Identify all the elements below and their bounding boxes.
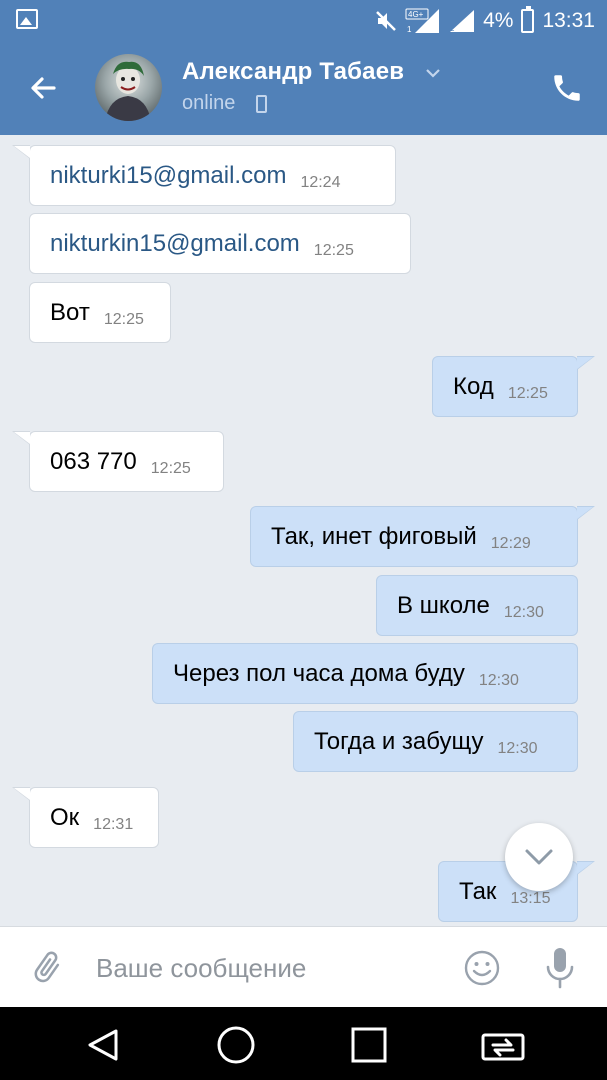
message-text: Ок: [50, 803, 80, 831]
smiley-icon[interactable]: [463, 949, 501, 987]
message-time: 12:25: [507, 384, 548, 402]
system-navigation-bar: [0, 1007, 607, 1080]
nav-back-icon[interactable]: [84, 1026, 122, 1064]
message-time: 12:31: [93, 815, 134, 833]
message-time: 13:15: [510, 889, 551, 907]
paperclip-icon[interactable]: [28, 949, 66, 987]
contact-status: online: [182, 92, 236, 114]
phone-icon[interactable]: [550, 71, 584, 105]
message-bubble-outgoing[interactable]: Тогда и забущу 12:30: [293, 711, 578, 772]
message-time: 12:25: [103, 310, 144, 328]
message-text: Тогда и забущу: [314, 727, 484, 755]
svg-text:2: 2: [450, 24, 455, 33]
message-composer: [0, 926, 607, 1007]
image-notification-icon: [16, 9, 38, 29]
battery-percent: 4%: [483, 9, 514, 32]
contact-name[interactable]: Александр Табаев: [182, 58, 404, 86]
avatar[interactable]: [95, 54, 162, 121]
battery-icon: [521, 6, 535, 33]
message-bubble-incoming[interactable]: Вот 12:25: [29, 282, 171, 343]
message-bubble-incoming[interactable]: Ок 12:31: [12, 787, 159, 848]
message-text: В школе: [397, 591, 490, 619]
message-time: 12:30: [497, 739, 538, 757]
message-bubble-incoming[interactable]: 063 770 12:25: [12, 431, 224, 492]
nav-recents-icon[interactable]: [350, 1026, 388, 1064]
arrow-left-icon[interactable]: [22, 67, 64, 109]
message-time: 12:25: [313, 241, 354, 259]
message-time: 12:24: [300, 173, 341, 191]
chat-header: Александр Табаев online: [0, 41, 607, 135]
scroll-to-bottom-button[interactable]: [505, 823, 573, 891]
message-text[interactable]: nikturki15@gmail.com: [50, 162, 286, 190]
chevron-down-icon: [525, 849, 553, 865]
mobile-device-icon: [256, 95, 267, 113]
message-text: Через пол часа дома буду: [173, 659, 465, 687]
message-bubble-outgoing[interactable]: Код 12:25: [432, 356, 595, 417]
message-input[interactable]: [96, 945, 436, 991]
status-bar: 4G+ 1 2 4% 13:31: [0, 0, 607, 41]
message-time: 12:25: [150, 459, 191, 477]
svg-text:1: 1: [407, 25, 412, 34]
message-text: Код: [453, 372, 494, 400]
signal-strength-icon: 2: [450, 10, 475, 33]
network-type-label: 4G+: [408, 10, 424, 19]
status-bar-right: 4G+ 1 2 4% 13:31: [375, 6, 595, 36]
message-list[interactable]: nikturki15@gmail.com 12:24 nikturkin15@g…: [0, 135, 607, 926]
message-text: Так, инет фиговый: [271, 522, 477, 550]
message-bubble-incoming[interactable]: nikturki15@gmail.com 12:24: [12, 145, 396, 206]
message-text: 063 770: [50, 447, 137, 475]
message-text: Вот: [50, 298, 90, 326]
clock: 13:31: [542, 9, 595, 32]
microphone-icon[interactable]: [543, 945, 577, 991]
message-text: Так: [459, 877, 497, 905]
message-bubble-outgoing[interactable]: Так, инет фиговый 12:29: [250, 506, 595, 567]
nav-home-icon[interactable]: [216, 1025, 256, 1065]
message-bubble-incoming[interactable]: nikturkin15@gmail.com 12:25: [29, 213, 411, 274]
message-text[interactable]: nikturkin15@gmail.com: [50, 230, 300, 258]
message-time: 12:30: [503, 603, 544, 621]
message-bubble-outgoing[interactable]: Через пол часа дома буду 12:30: [152, 643, 578, 704]
app-switch-icon[interactable]: [480, 1026, 526, 1064]
network-signal-icon: 4G+ 1: [405, 8, 440, 34]
message-time: 12:30: [478, 671, 519, 689]
message-time: 12:29: [490, 534, 531, 552]
muted-speaker-icon: [376, 11, 396, 31]
message-bubble-outgoing[interactable]: В школе 12:30: [376, 575, 578, 636]
chevron-down-icon[interactable]: [425, 67, 441, 79]
